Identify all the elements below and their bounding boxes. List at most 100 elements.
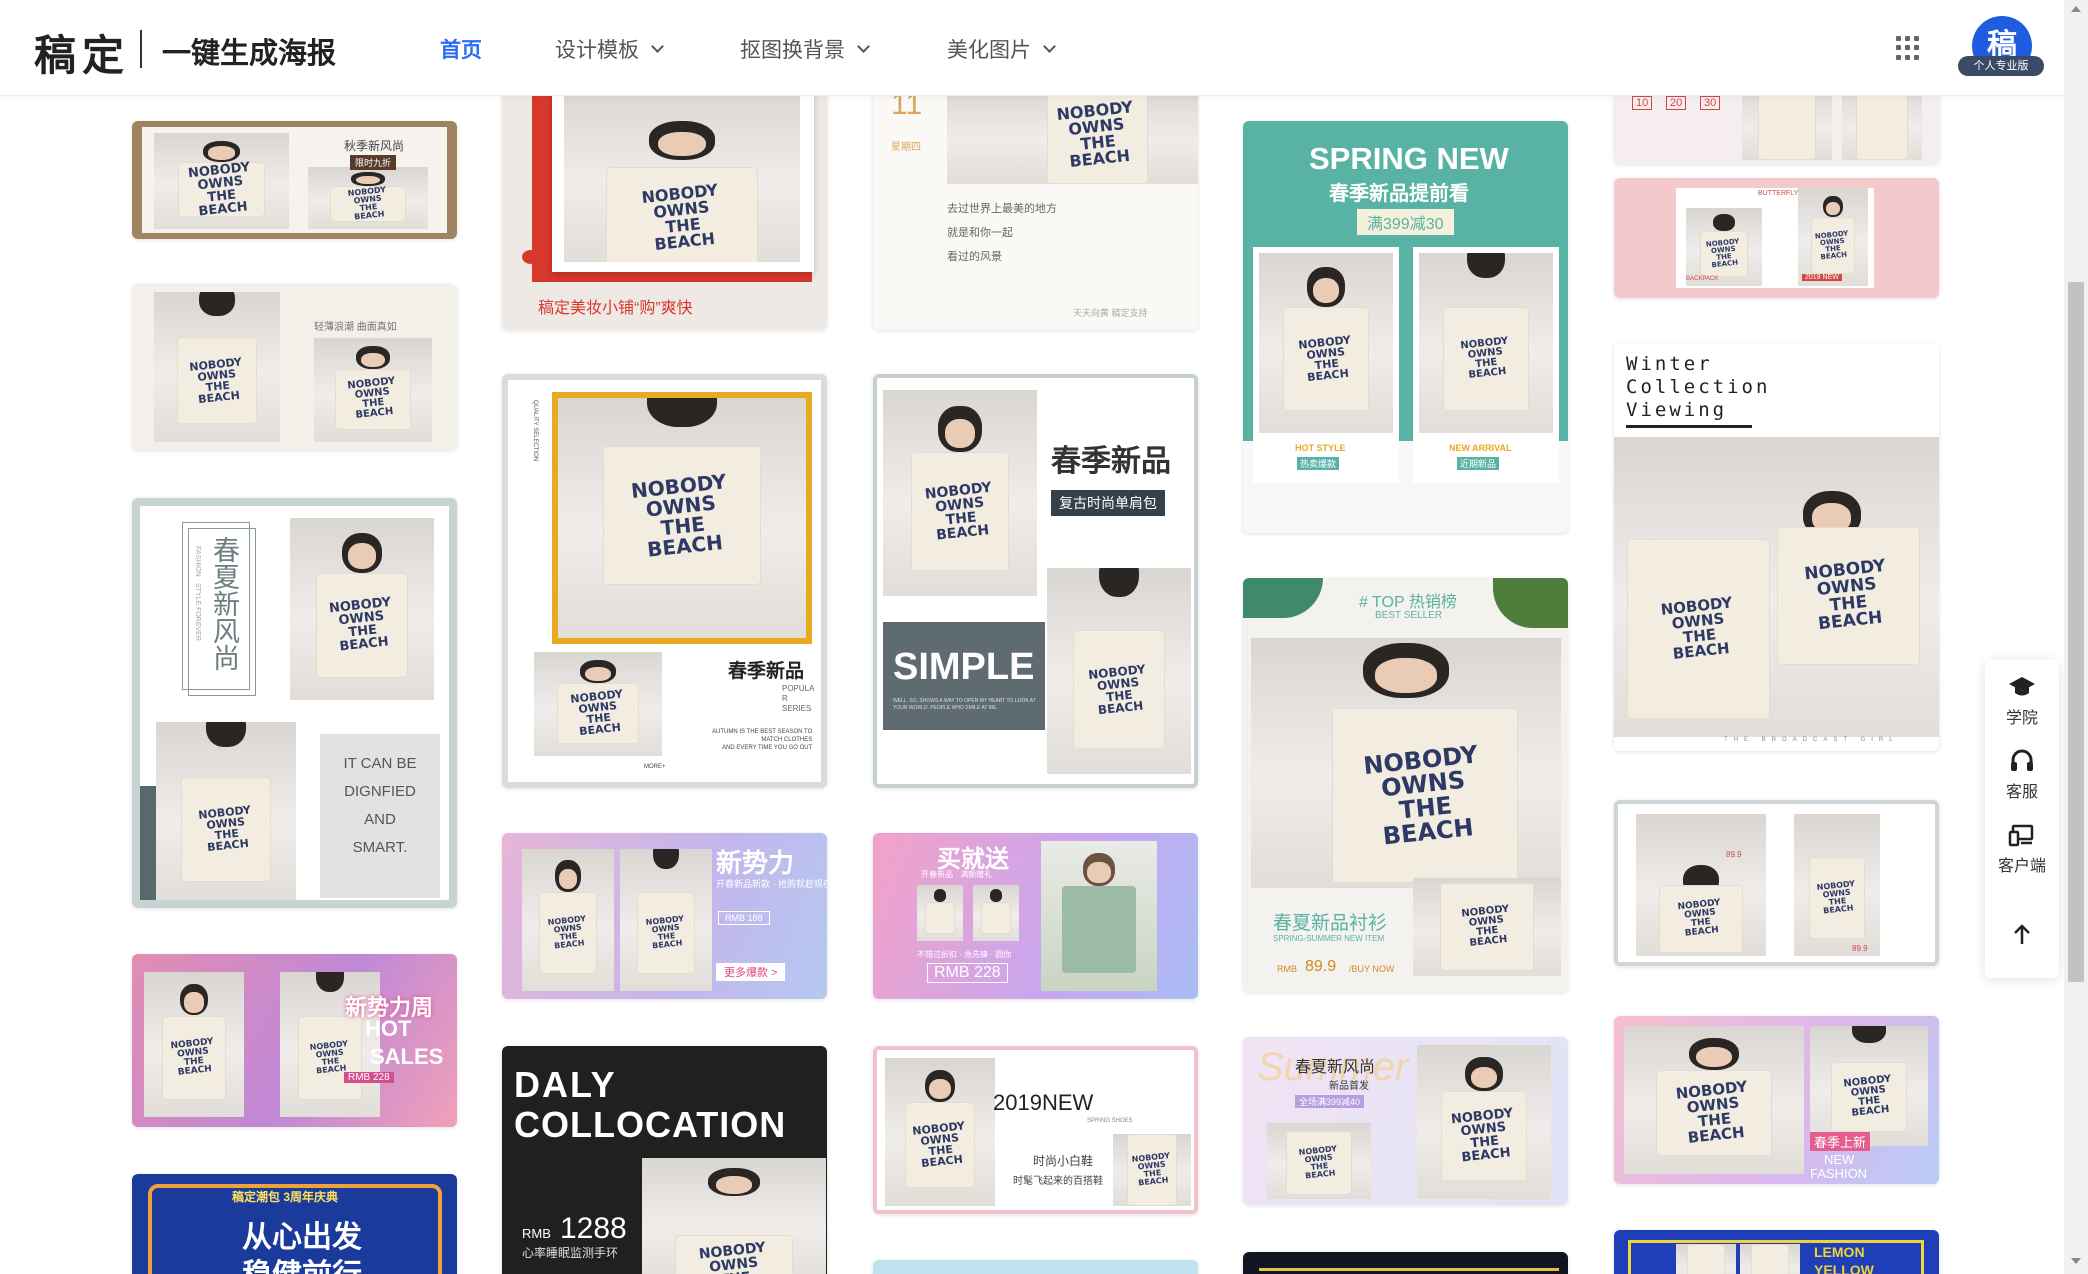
pro-badge: 个人专业版 bbox=[1958, 56, 2044, 76]
card-title: 春季新品 bbox=[1051, 445, 1171, 478]
page-scrollbar[interactable] bbox=[2064, 0, 2088, 1274]
template-card[interactable]: NOBODY OWNS THE BEACH 稿定美妆小铺“购”爽快 bbox=[502, 96, 827, 330]
template-card[interactable]: 稿定潮包 3周年庆典 从心出发 稳健前行 bbox=[132, 1174, 457, 1274]
template-card[interactable]: SPRING NEW 春季新品提前看 满399减30 NOBODY OWNS T… bbox=[1243, 121, 1568, 533]
card-price: RMB 228 bbox=[344, 1072, 394, 1083]
nav-design-templates[interactable]: 设计模板 bbox=[555, 34, 664, 64]
nav-beautify-label: 美化图片 bbox=[947, 38, 1031, 62]
card-text: SPRING SHOES bbox=[1087, 1118, 1133, 1124]
card-tag: 2019 NEW bbox=[1802, 274, 1842, 281]
card-text: 天天向黄 稿定支持 bbox=[1073, 308, 1148, 318]
card-text: AUTUMN IS THE BEST SEASON TO MATCH CLOTH… bbox=[712, 729, 813, 751]
template-card[interactable]: 11 星期四 NOBODY OWNS THE BEACH 去过世界上最美的地方 … bbox=[873, 96, 1198, 330]
card-text: RMB bbox=[1277, 964, 1297, 974]
side-client-label: 客户端 bbox=[1997, 856, 2046, 875]
template-card[interactable]: 买就送 开春新品 · 满额赠礼 不错过折扣 · 急先锋 · 圆你 RMB 228 bbox=[873, 833, 1198, 999]
template-card[interactable]: NOBODY OWNS THE BEACH 2019NEW SPRING SHO… bbox=[873, 1046, 1198, 1214]
template-card[interactable]: NOBODY OWNS THE BEACH NOBODY OWNS THE BE… bbox=[1614, 800, 1939, 966]
scroll-down-arrow-icon[interactable] bbox=[2071, 1258, 2081, 1264]
card-text: 星期四 bbox=[891, 142, 921, 153]
nav-beautify[interactable]: 美化图片 bbox=[947, 34, 1056, 64]
card-text: 时髦飞起来的百搭鞋 bbox=[1013, 1176, 1103, 1187]
template-card[interactable]: NOBODY OWNS THE BEACH NOBODY OWNS THE BE… bbox=[1614, 178, 1939, 298]
card-photo: NOBODY OWNS THE BEACH bbox=[308, 167, 428, 229]
card-photo: NOBODY OWNS THE BEACH bbox=[885, 1058, 995, 1206]
nav-cutout[interactable]: 抠图换背景 bbox=[740, 34, 870, 64]
template-card[interactable]: NOBODY OWNS THE BEACH NOBODY OWNS THE BE… bbox=[502, 833, 827, 999]
card-photo bbox=[1742, 96, 1832, 160]
card-title: 春夏新风尚 bbox=[1295, 1059, 1376, 1076]
card-title: 新势力 bbox=[716, 848, 795, 878]
template-card[interactable] bbox=[1243, 1252, 1568, 1274]
card-text: FASHION · STYLE FOREVER bbox=[194, 546, 201, 641]
template-card[interactable]: DALY COLLOCATION NOBODY OWNS THE BEACH R… bbox=[502, 1046, 827, 1274]
nav-home[interactable]: 首页 bbox=[440, 34, 482, 64]
template-card[interactable]: 春夏新风尚 FASHION · STYLE FOREVER NOBODY OWN… bbox=[132, 498, 457, 908]
scrollbar-thumb[interactable] bbox=[2068, 282, 2084, 982]
side-client[interactable]: 客户端 bbox=[1985, 822, 2059, 876]
devices-icon bbox=[2008, 824, 2034, 847]
card-text: 看过的风景 bbox=[947, 251, 1002, 263]
card-photo: NOBODY OWNS THE BEACH bbox=[1047, 568, 1191, 774]
card-tag: 满399减30 bbox=[1357, 209, 1454, 235]
template-card[interactable]: NOBODY OWNS THE BEACH NOBODY OWNS THE BE… bbox=[132, 121, 457, 239]
card-title: Viewing bbox=[1626, 399, 1728, 421]
template-card[interactable]: NOBODY OWNS THE BEACH NOBODY OWNS THE BE… bbox=[132, 284, 457, 450]
template-card[interactable]: NOBODY OWNS THE BEACH NOBODY OWNS THE BE… bbox=[132, 954, 457, 1127]
card-footer: 稿定美妆小铺“购”爽快 bbox=[538, 300, 693, 317]
chevron-down-icon bbox=[651, 39, 664, 53]
card-text: HOT STYLE bbox=[1295, 443, 1346, 453]
card-text: NEW ARRIVAL bbox=[1449, 443, 1512, 453]
card-photo: NOBODY OWNS THE BEACH bbox=[558, 398, 806, 638]
apps-grid-icon[interactable] bbox=[1896, 36, 1920, 60]
card-tag: # TOP 热销榜 bbox=[1359, 594, 1457, 611]
card-photo bbox=[1842, 96, 1922, 160]
card-text: 春夏新品衬衫 bbox=[1273, 913, 1388, 934]
card-price: 89.9 bbox=[1305, 958, 1337, 975]
template-card[interactable] bbox=[873, 1260, 1198, 1274]
template-card[interactable]: NOBODY OWNS THE BEACH 春季新品 复古时尚单肩包 SIMPL… bbox=[873, 374, 1198, 788]
card-big-text: SIMPLE bbox=[893, 646, 1035, 688]
side-support[interactable]: 客服 bbox=[1985, 748, 2059, 802]
card-decor bbox=[1259, 1268, 1559, 1271]
scroll-up-arrow-icon[interactable] bbox=[2071, 6, 2081, 12]
template-card[interactable]: LEMON YELLOW bbox=[1614, 1230, 1939, 1274]
card-photo: NOBODY OWNS THE BEACH bbox=[1113, 1134, 1191, 1206]
logo[interactable]: 稿定 bbox=[34, 22, 130, 83]
card-photo bbox=[1041, 841, 1157, 991]
card-photo bbox=[973, 885, 1019, 941]
card-text: /BUY NOW bbox=[1349, 964, 1395, 974]
card-text: 春季新品提前看 bbox=[1329, 183, 1469, 205]
back-to-top-button[interactable] bbox=[1985, 922, 2059, 952]
card-photo: NOBODY OWNS THE BEACH NOBODY OWNS THE BE… bbox=[1614, 437, 1939, 737]
card-title: Collection bbox=[1626, 376, 1771, 398]
template-card[interactable]: Summer 春夏新风尚 新品首发 全场满399减40 NOBODY OWNS … bbox=[1243, 1037, 1568, 1205]
side-academy[interactable]: 学院 bbox=[1985, 674, 2059, 728]
template-card[interactable]: NOBODY OWNS THE BEACH NOBODY OWNS THE BE… bbox=[1614, 1016, 1939, 1184]
card-text: 开春新品新款 · 抢购就趁现在 bbox=[716, 879, 827, 889]
card-tag: 限时九折 bbox=[350, 155, 397, 170]
template-card[interactable]: NOBODY OWNS THE BEACH QUALITY SELECTION … bbox=[502, 374, 827, 788]
card-price: 1288 bbox=[560, 1212, 627, 1245]
card-text: RMB bbox=[522, 1226, 551, 1241]
nav-design-templates-label: 设计模板 bbox=[555, 38, 639, 62]
card-tag: 春季上新 bbox=[1810, 1132, 1871, 1151]
template-card[interactable]: Winter Collection Viewing NOBODY OWNS TH… bbox=[1614, 343, 1939, 751]
card-photo: NOBODY OWNS THE BEACH bbox=[154, 292, 280, 442]
template-card[interactable]: # TOP 热销榜 BEST SELLER NOBODY OWNS THE BE… bbox=[1243, 578, 1568, 992]
card-title: 春季新品 bbox=[728, 661, 805, 682]
card-photo bbox=[1740, 1244, 1800, 1274]
card-photo: NOBODY OWNS THE BEACH bbox=[1810, 1026, 1928, 1146]
card-text: BEST SELLER bbox=[1375, 610, 1443, 621]
card-price: 89.9 bbox=[1852, 944, 1868, 953]
arrow-up-icon bbox=[2014, 924, 2030, 944]
card-button: 更多爆款 > bbox=[716, 963, 786, 981]
card-photo: NOBODY OWNS THE BEACH bbox=[620, 849, 712, 991]
card-text: WELL, SO, SHOWS A WAY TO OPEN MY HEART T… bbox=[893, 698, 1036, 711]
card-photo: NOBODY OWNS THE BEACH bbox=[1624, 1026, 1804, 1174]
card-tag: 10 bbox=[1632, 96, 1653, 110]
card-title: LEMON bbox=[1814, 1244, 1865, 1260]
card-tag: 30 bbox=[1700, 96, 1721, 110]
card-price: RMB 188 bbox=[718, 911, 770, 925]
template-card[interactable]: 10 20 30 bbox=[1614, 96, 1939, 164]
